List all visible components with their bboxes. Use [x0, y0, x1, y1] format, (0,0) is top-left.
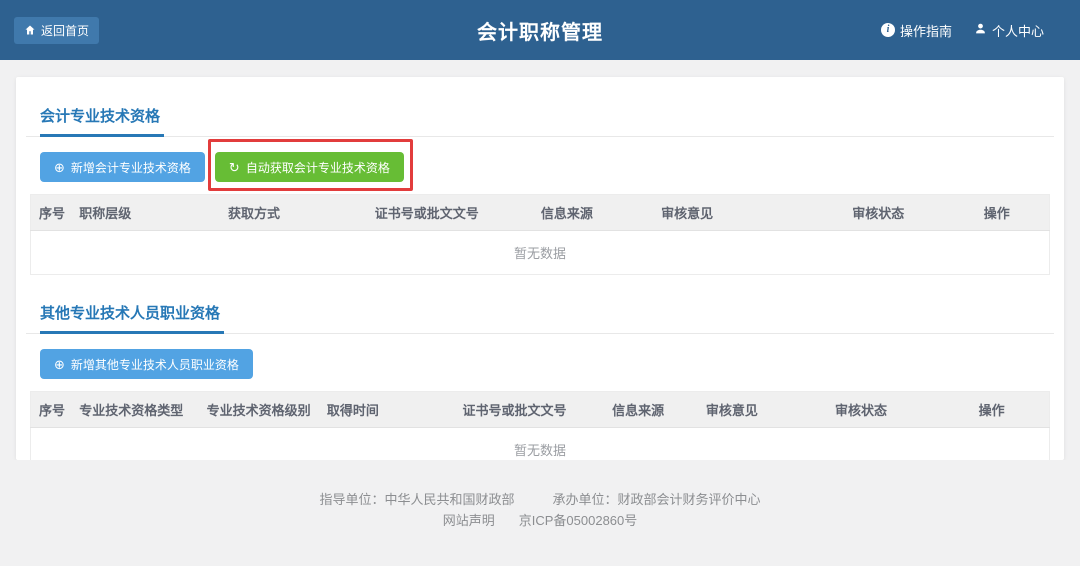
table1-empty-text: 暂无数据 [31, 231, 1050, 275]
section1-title: 会计专业技术资格 [40, 105, 164, 137]
table1-col-acquire-method: 获取方式 [220, 195, 367, 231]
footer-guide-unit: 指导单位：中华人民共和国财政部 [319, 492, 514, 507]
table2-col-acquire-time: 取得时间 [319, 392, 425, 428]
table2-col-qualification-level: 专业技术资格级别 [199, 392, 319, 428]
table1-empty-row: 暂无数据 [31, 231, 1050, 275]
footer-legal-row: 网站声明 京ICP备05002860号 [0, 511, 1080, 531]
table2-col-index: 序号 [31, 392, 72, 428]
table2-col-info-source: 信息来源 [604, 392, 698, 428]
table1-col-actions: 操作 [945, 195, 1050, 231]
header-links: i 操作指南 个人中心 [881, 21, 1044, 40]
user-icon [974, 22, 987, 38]
table1-header-row: 序号 职称层级 获取方式 证书号或批文文号 信息来源 审核意见 审核状态 操作 [31, 195, 1050, 231]
profile-link-label: 个人中心 [992, 21, 1044, 40]
add-accounting-qualification-button[interactable]: ⊕ 新增会计专业技术资格 [40, 152, 205, 182]
site-statement-link[interactable]: 网站声明 [443, 513, 495, 528]
app-footer: 指导单位：中华人民共和国财政部 承办单位：财政部会计财务评价中心 网站声明 京ICP… [0, 460, 1080, 566]
footer-units-row: 指导单位：中华人民共和国财政部 承办单位：财政部会计财务评价中心 [0, 490, 1080, 510]
add-other-qualification-button[interactable]: ⊕ 新增其他专业技术人员职业资格 [40, 349, 253, 379]
section2-button-row: ⊕ 新增其他专业技术人员职业资格 [40, 349, 1040, 379]
profile-link[interactable]: 个人中心 [974, 21, 1044, 40]
table2-col-review-status: 审核状态 [788, 392, 935, 428]
section1-button-row: ⊕ 新增会计专业技术资格 ↻ 自动获取会计专业技术资格 [40, 152, 1040, 182]
back-home-label: 返回首页 [41, 22, 89, 39]
table1-col-review-status: 审核状态 [812, 195, 944, 231]
icp-number: 京ICP备05002860号 [519, 513, 638, 528]
circle-plus-icon: ⊕ [54, 358, 65, 371]
table2-col-qualification-type: 专业技术资格类型 [71, 392, 198, 428]
back-home-button[interactable]: 返回首页 [14, 17, 99, 44]
auto-fetch-label: 自动获取会计专业技术资格 [246, 159, 390, 176]
section2-title-bar: 其他专业技术人员职业资格 [26, 302, 1054, 334]
table1-col-certificate-no: 证书号或批文文号 [367, 195, 533, 231]
circle-plus-icon: ⊕ [54, 161, 65, 174]
footer-host-unit: 承办单位：财政部会计财务评价中心 [553, 492, 761, 507]
table2-col-actions: 操作 [934, 392, 1049, 428]
table1-col-index: 序号 [31, 195, 72, 231]
main-area: 会计专业技术资格 ⊕ 新增会计专业技术资格 ↻ 自动获取会计专业技术资格 [0, 60, 1080, 460]
table1-col-info-source: 信息来源 [533, 195, 653, 231]
guide-link-label: 操作指南 [900, 21, 952, 40]
auto-fetch-wrapper: ↻ 自动获取会计专业技术资格 [215, 152, 404, 182]
section1-title-bar: 会计专业技术资格 [26, 105, 1054, 137]
section2-title: 其他专业技术人员职业资格 [40, 302, 224, 334]
table2-col-review-opinion: 审核意见 [698, 392, 788, 428]
table1-col-title-level: 职称层级 [71, 195, 220, 231]
content-panel: 会计专业技术资格 ⊕ 新增会计专业技术资格 ↻ 自动获取会计专业技术资格 [16, 77, 1064, 460]
home-icon [24, 24, 36, 36]
auto-fetch-accounting-qualification-button[interactable]: ↻ 自动获取会计专业技术资格 [215, 152, 404, 182]
info-icon: i [881, 23, 895, 37]
table2-header-row: 序号 专业技术资格类型 专业技术资格级别 取得时间 证书号或批文文号 信息来源 … [31, 392, 1050, 428]
add-accounting-qualification-label: 新增会计专业技术资格 [71, 159, 191, 176]
accounting-qualification-table: 序号 职称层级 获取方式 证书号或批文文号 信息来源 审核意见 审核状态 操作 … [30, 194, 1050, 275]
table1-col-review-opinion: 审核意见 [653, 195, 812, 231]
table2-col-certificate-no: 证书号或批文文号 [425, 392, 604, 428]
refresh-icon: ↻ [229, 161, 240, 174]
add-other-qualification-label: 新增其他专业技术人员职业资格 [71, 356, 239, 373]
guide-link[interactable]: i 操作指南 [881, 21, 952, 40]
app-header: 返回首页 会计职称管理 i 操作指南 个人中心 [0, 0, 1080, 60]
